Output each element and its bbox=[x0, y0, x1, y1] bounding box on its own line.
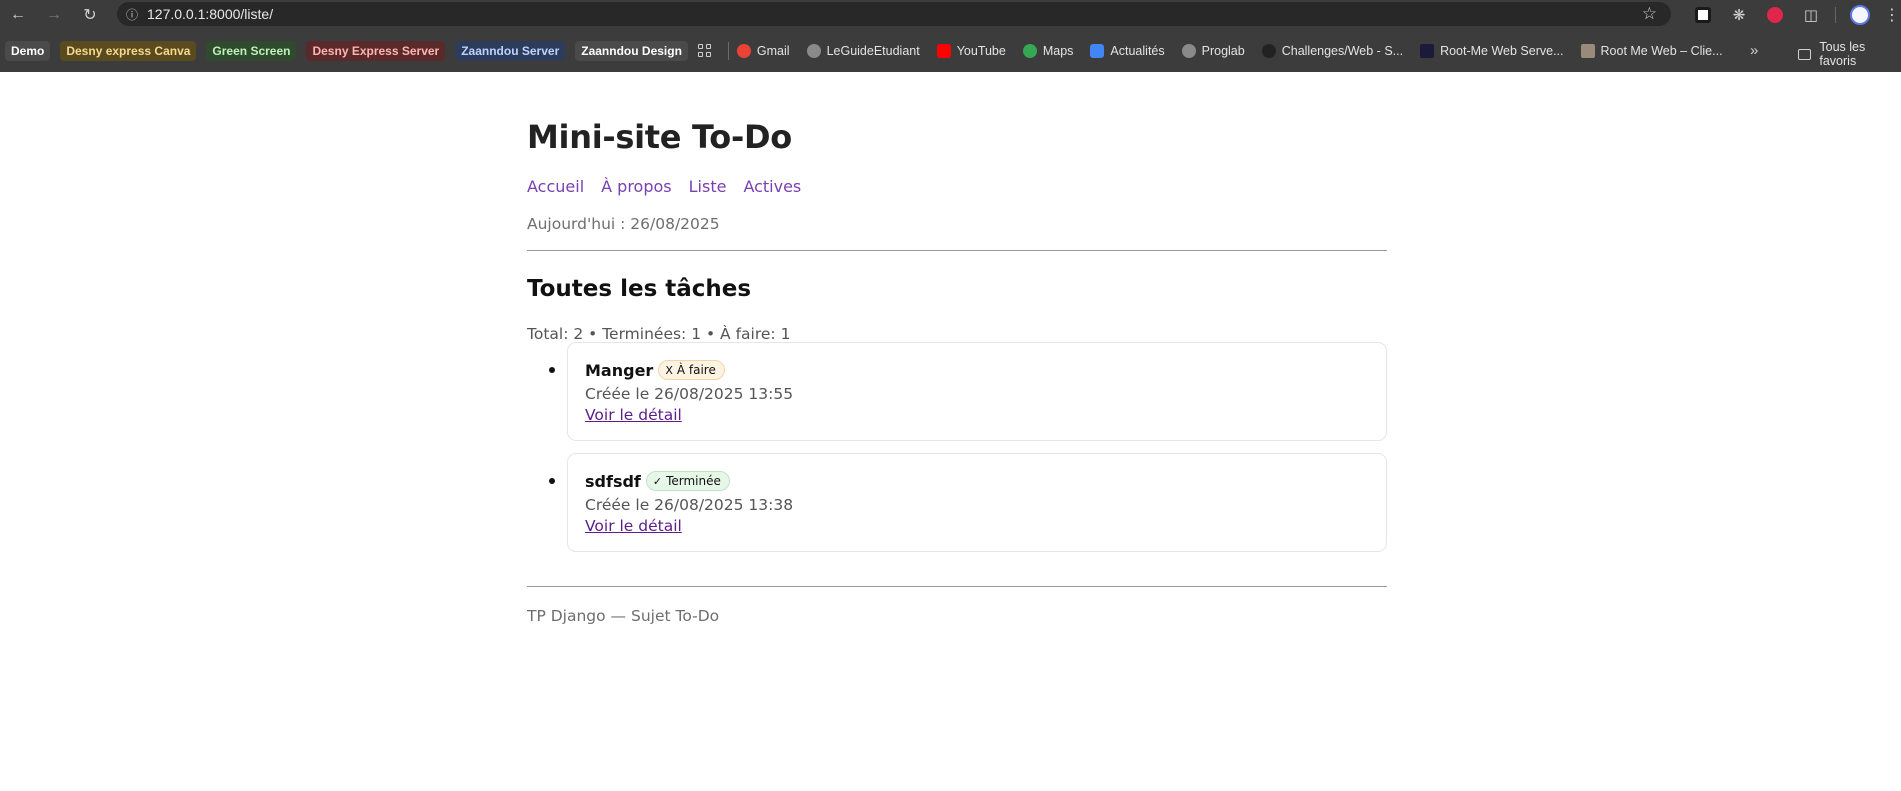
bookmark-star-icon[interactable]: ☆ bbox=[1642, 4, 1657, 24]
profile-button[interactable] bbox=[1842, 0, 1878, 29]
bookmark-challenges-web[interactable]: Challenges/Web - S... bbox=[1261, 43, 1403, 58]
task-created-date: Créée le 26/08/2025 13:38 bbox=[585, 496, 794, 514]
extension-button[interactable] bbox=[1685, 0, 1721, 29]
task-name: Manger bbox=[585, 360, 654, 380]
bookmark-rootme-client[interactable]: Root Me Web – Clie... bbox=[1580, 43, 1723, 58]
nav-link-accueil[interactable]: Accueil bbox=[527, 177, 584, 196]
extensions-area: ❋ ◫ ⋮ bbox=[1685, 0, 1900, 29]
bookmarks-separator bbox=[727, 41, 729, 60]
task-detail-link[interactable]: Voir le détail bbox=[585, 517, 682, 535]
bookmark-actualites[interactable]: Actualités bbox=[1090, 43, 1165, 58]
gmail-icon bbox=[736, 43, 751, 58]
bookmark-gmail[interactable]: Gmail bbox=[736, 43, 790, 58]
youtube-icon bbox=[936, 43, 951, 58]
divider bbox=[527, 250, 1387, 251]
abp-icon bbox=[1767, 6, 1783, 23]
page-footer: TP Django — Sujet To-Do bbox=[527, 607, 720, 625]
rootme-icon bbox=[1420, 43, 1435, 58]
bookmarks-bar: Demo Desny express Canva Green Screen De… bbox=[0, 29, 1901, 72]
adblock-button[interactable] bbox=[1757, 0, 1793, 29]
list-item: sdfsdf ✓ Terminée Créée le 26/08/2025 13… bbox=[549, 453, 1387, 552]
reload-button[interactable]: ↻ bbox=[72, 0, 108, 29]
bullet bbox=[549, 478, 555, 484]
extensions-menu-button[interactable]: ◫ bbox=[1793, 0, 1829, 29]
bookmark-tag[interactable]: Green Screen bbox=[206, 40, 297, 61]
extension-icon bbox=[1695, 6, 1711, 23]
back-button[interactable]: ← bbox=[0, 0, 36, 29]
folder-icon bbox=[1798, 48, 1812, 60]
check-icon: ✓ bbox=[652, 474, 663, 488]
address-url[interactable]: 127.0.0.1:8000/liste/ bbox=[147, 6, 273, 22]
forward-button[interactable]: → bbox=[36, 0, 72, 29]
reload-icon: ↻ bbox=[83, 6, 97, 24]
nav-link-liste[interactable]: Liste bbox=[689, 177, 727, 196]
bookmark-proglab[interactable]: Proglab bbox=[1181, 43, 1245, 58]
bookmark-tag[interactable]: Demo bbox=[5, 40, 51, 61]
address-bar[interactable]: ⓘ 127.0.0.1:8000/liste/ ☆ bbox=[117, 2, 1671, 26]
nav-link-actives[interactable]: Actives bbox=[743, 177, 801, 196]
more-menu-icon[interactable]: ⋮ bbox=[1878, 5, 1900, 25]
globe-icon bbox=[1181, 43, 1196, 58]
status-label: Terminée bbox=[666, 474, 721, 488]
task-stats: Total: 2 • Terminées: 1 • À faire: 1 bbox=[527, 325, 791, 343]
page-content: Mini-site To-Do Accueil À propos Liste A… bbox=[0, 72, 1901, 791]
puzzle-icon: ◫ bbox=[1803, 6, 1819, 24]
nav-link-a-propos[interactable]: À propos bbox=[601, 177, 671, 196]
bookmark-tag[interactable]: Zaanndou Server bbox=[455, 40, 566, 61]
task-header: sdfsdf ✓ Terminée bbox=[585, 471, 730, 491]
bookmark-leguideetudiant[interactable]: LeGuideEtudiant bbox=[806, 43, 920, 58]
task-header: Manger X À faire bbox=[585, 360, 725, 380]
all-bookmarks-label: Tous les favoris bbox=[1819, 40, 1866, 68]
bookmarks-overflow-icon[interactable]: » bbox=[1750, 42, 1758, 59]
site-info-icon[interactable]: ⓘ bbox=[117, 6, 147, 23]
bookmark-tag[interactable]: Desny express Canva bbox=[60, 40, 197, 61]
react-icon: ❋ bbox=[1732, 6, 1746, 24]
maps-icon bbox=[1022, 43, 1037, 58]
task-name: sdfsdf bbox=[585, 471, 641, 491]
avatar bbox=[1850, 4, 1870, 25]
all-bookmarks-button[interactable]: Tous les favoris bbox=[1798, 40, 1901, 68]
task-created-date: Créée le 26/08/2025 13:55 bbox=[585, 385, 794, 403]
today-date: Aujourd'hui : 26/08/2025 bbox=[527, 215, 720, 233]
site-nav: Accueil À propos Liste Actives bbox=[527, 177, 801, 196]
status-label: À faire bbox=[676, 363, 716, 377]
divider bbox=[527, 586, 1387, 587]
arrow-left-icon: ← bbox=[10, 5, 26, 23]
bookmark-tag[interactable]: Desny Express Server bbox=[306, 40, 446, 61]
browser-toolbar: ← → ↻ ⓘ 127.0.0.1:8000/liste/ ☆ ❋ ◫ ⋮ bbox=[0, 0, 1901, 29]
bullet bbox=[549, 367, 555, 373]
globe-icon bbox=[806, 43, 821, 58]
toolbar-separator bbox=[1835, 6, 1836, 23]
arrow-right-icon: → bbox=[46, 5, 62, 23]
status-badge: ✓ Terminée bbox=[645, 471, 730, 491]
image-icon bbox=[1580, 43, 1595, 58]
react-devtools-button[interactable]: ❋ bbox=[1721, 0, 1757, 29]
cross-icon: X bbox=[665, 363, 673, 377]
apps-grid-icon[interactable] bbox=[697, 43, 712, 58]
list-item: Manger X À faire Créée le 26/08/2025 13:… bbox=[549, 342, 1387, 441]
task-detail-link[interactable]: Voir le détail bbox=[585, 406, 682, 424]
status-badge: X À faire bbox=[658, 360, 725, 380]
bookmark-maps[interactable]: Maps bbox=[1022, 43, 1073, 58]
bookmark-tag[interactable]: Zaanndou Design bbox=[575, 40, 688, 61]
rootme-icon bbox=[1261, 43, 1276, 58]
bookmark-rootme-server[interactable]: Root-Me Web Serve... bbox=[1420, 43, 1564, 58]
bookmark-youtube[interactable]: YouTube bbox=[936, 43, 1006, 58]
news-icon bbox=[1090, 43, 1105, 58]
site-title: Mini-site To-Do bbox=[527, 118, 792, 156]
section-title: Toutes les tâches bbox=[527, 276, 752, 302]
